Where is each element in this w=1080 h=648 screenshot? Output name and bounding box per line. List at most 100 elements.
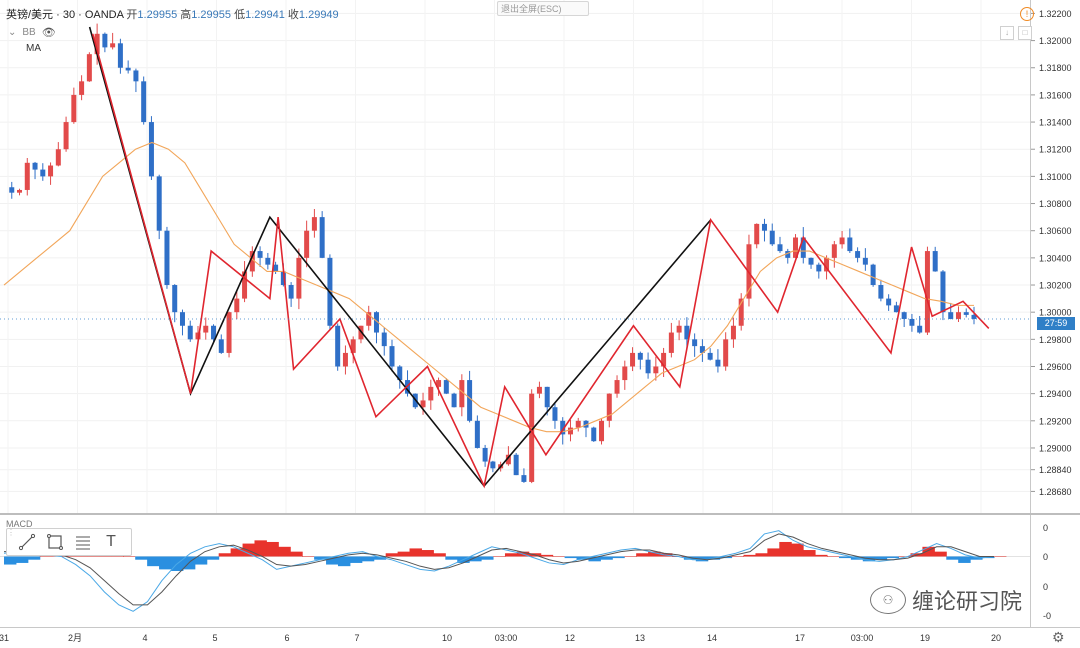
candle-body [878, 285, 884, 299]
candle-body [32, 162, 38, 170]
time-axis[interactable]: 31 2月 4 5 6 7 10 03:00 12 13 14 17 03:00 19 20 [0, 627, 1080, 648]
candle-body [148, 122, 154, 177]
candle-body [893, 305, 899, 313]
chevron-down-icon[interactable]: ⌄ [8, 27, 16, 38]
price-tick-label: 1.30800 [1039, 199, 1072, 209]
macd-histogram-bar [815, 554, 828, 557]
candle-body [125, 67, 131, 71]
macd-histogram-bar [994, 556, 1007, 557]
watermark-text: 缠论研习院 [912, 589, 1023, 614]
macd-histogram-bar [934, 551, 947, 557]
price-tick-label: 1.31400 [1039, 118, 1072, 128]
ma-indicator-label[interactable]: MA [26, 43, 41, 54]
rectangle-icon [47, 534, 63, 550]
indicator-row-bb: ⌄ BB 👁 [8, 26, 56, 39]
macd-histogram-bar [803, 550, 816, 557]
candle-body [110, 43, 116, 48]
fib-tool[interactable] [69, 530, 97, 554]
macd-histogram-bar [958, 556, 971, 563]
chart-window: 1.32200 1.32000 1.31800 1.31600 1.31400 1.312… [0, 0, 1080, 647]
candle-body [940, 271, 946, 313]
candle-body [637, 352, 643, 360]
macd-histogram-bar [600, 556, 613, 560]
candle-body [474, 420, 480, 448]
macd-histogram-bar [409, 548, 422, 557]
watermark: ⚇ 缠论研习院 [870, 584, 1022, 616]
alert-icon[interactable]: ! [1020, 7, 1034, 21]
symbol-name[interactable]: 英镑/美元 · 30 · OANDA [6, 9, 123, 21]
candle-body [63, 122, 69, 150]
candle-body [40, 169, 46, 177]
gear-icon[interactable]: ⚙ [1052, 629, 1065, 646]
candle-body [575, 420, 581, 428]
high-label: 高 [180, 9, 192, 21]
candle-body [203, 325, 209, 333]
macd-histogram-bar [278, 546, 291, 557]
candle-body [529, 393, 535, 482]
candle-body [567, 427, 573, 435]
candle-body [467, 380, 473, 421]
macd-histogram-bar [636, 553, 649, 557]
candle-body [606, 393, 612, 421]
candle-body [917, 325, 923, 333]
candle-body [544, 386, 550, 408]
candle-body [901, 312, 907, 319]
macd-histogram-bar [731, 556, 745, 557]
candle-body [668, 332, 674, 353]
macd-histogram-bar [779, 541, 792, 557]
candle-body [707, 352, 713, 360]
macd-tick-label: 0 [1043, 523, 1048, 533]
text-tool[interactable]: T [97, 530, 125, 554]
price-tick-label: 1.29400 [1039, 389, 1072, 399]
candle-body [226, 312, 232, 353]
candle-body [723, 339, 729, 367]
candle-body [536, 386, 542, 394]
price-chart-svg[interactable] [0, 0, 1030, 513]
candle-body [855, 251, 861, 258]
symbol-legend: 英镑/美元 · 30 · OANDA 开1.29955 高1.29955 低1.… [6, 6, 339, 22]
macd-histogram-bar [135, 556, 148, 560]
rectangle-tool[interactable] [41, 530, 69, 554]
time-tick-label: 12 [565, 633, 575, 643]
time-tick-label: 19 [920, 633, 930, 643]
candle-body [839, 237, 845, 245]
candle-body [955, 312, 961, 319]
bb-indicator-label[interactable]: BB [22, 27, 35, 38]
price-axis[interactable]: 1.32200 1.32000 1.31800 1.31600 1.31400 1.312… [1030, 0, 1080, 513]
price-tick-label: 1.31200 [1039, 145, 1072, 155]
macd-tick-label: 0 [1043, 582, 1048, 592]
macd-histogram-bar [886, 556, 900, 559]
price-tick-label: 1.30600 [1039, 226, 1072, 236]
macd-histogram-bar [123, 556, 136, 557]
macd-axis[interactable]: 0 0 0 -0 [1030, 515, 1080, 627]
candle-body [645, 359, 651, 374]
candle-body [599, 420, 605, 442]
macd-tick-label: 0 [1043, 552, 1048, 562]
drawing-toolbar: ⋮ T [6, 528, 132, 556]
trend-line-tool[interactable] [13, 530, 41, 554]
candle-body [777, 244, 783, 252]
price-tick-label: 1.31800 [1039, 63, 1072, 73]
eye-icon[interactable]: 👁 [42, 26, 56, 39]
candle-body [389, 346, 395, 367]
candle-body [490, 461, 496, 469]
candle-body [948, 312, 954, 319]
candle-body [963, 312, 969, 315]
candle-body [591, 427, 597, 442]
time-tick-label: 4 [142, 633, 147, 643]
exit-fullscreen-button[interactable]: 退出全屏(ESC) [497, 1, 589, 16]
candle-body [319, 217, 325, 258]
candle-body [630, 352, 636, 367]
macd-histogram-bar [791, 543, 804, 557]
price-pane[interactable] [0, 0, 1030, 513]
candle-body [451, 393, 457, 408]
macd-histogram-bar [159, 556, 172, 570]
candle-body [24, 162, 30, 190]
candle-body [552, 407, 558, 421]
download-icon[interactable]: ↓ [1000, 26, 1014, 40]
maximize-icon[interactable]: □ [1018, 26, 1032, 40]
macd-line [3, 530, 995, 612]
macd-histogram-bar [552, 556, 566, 557]
bi-line [91, 33, 990, 489]
close-label: 收 [287, 9, 299, 21]
